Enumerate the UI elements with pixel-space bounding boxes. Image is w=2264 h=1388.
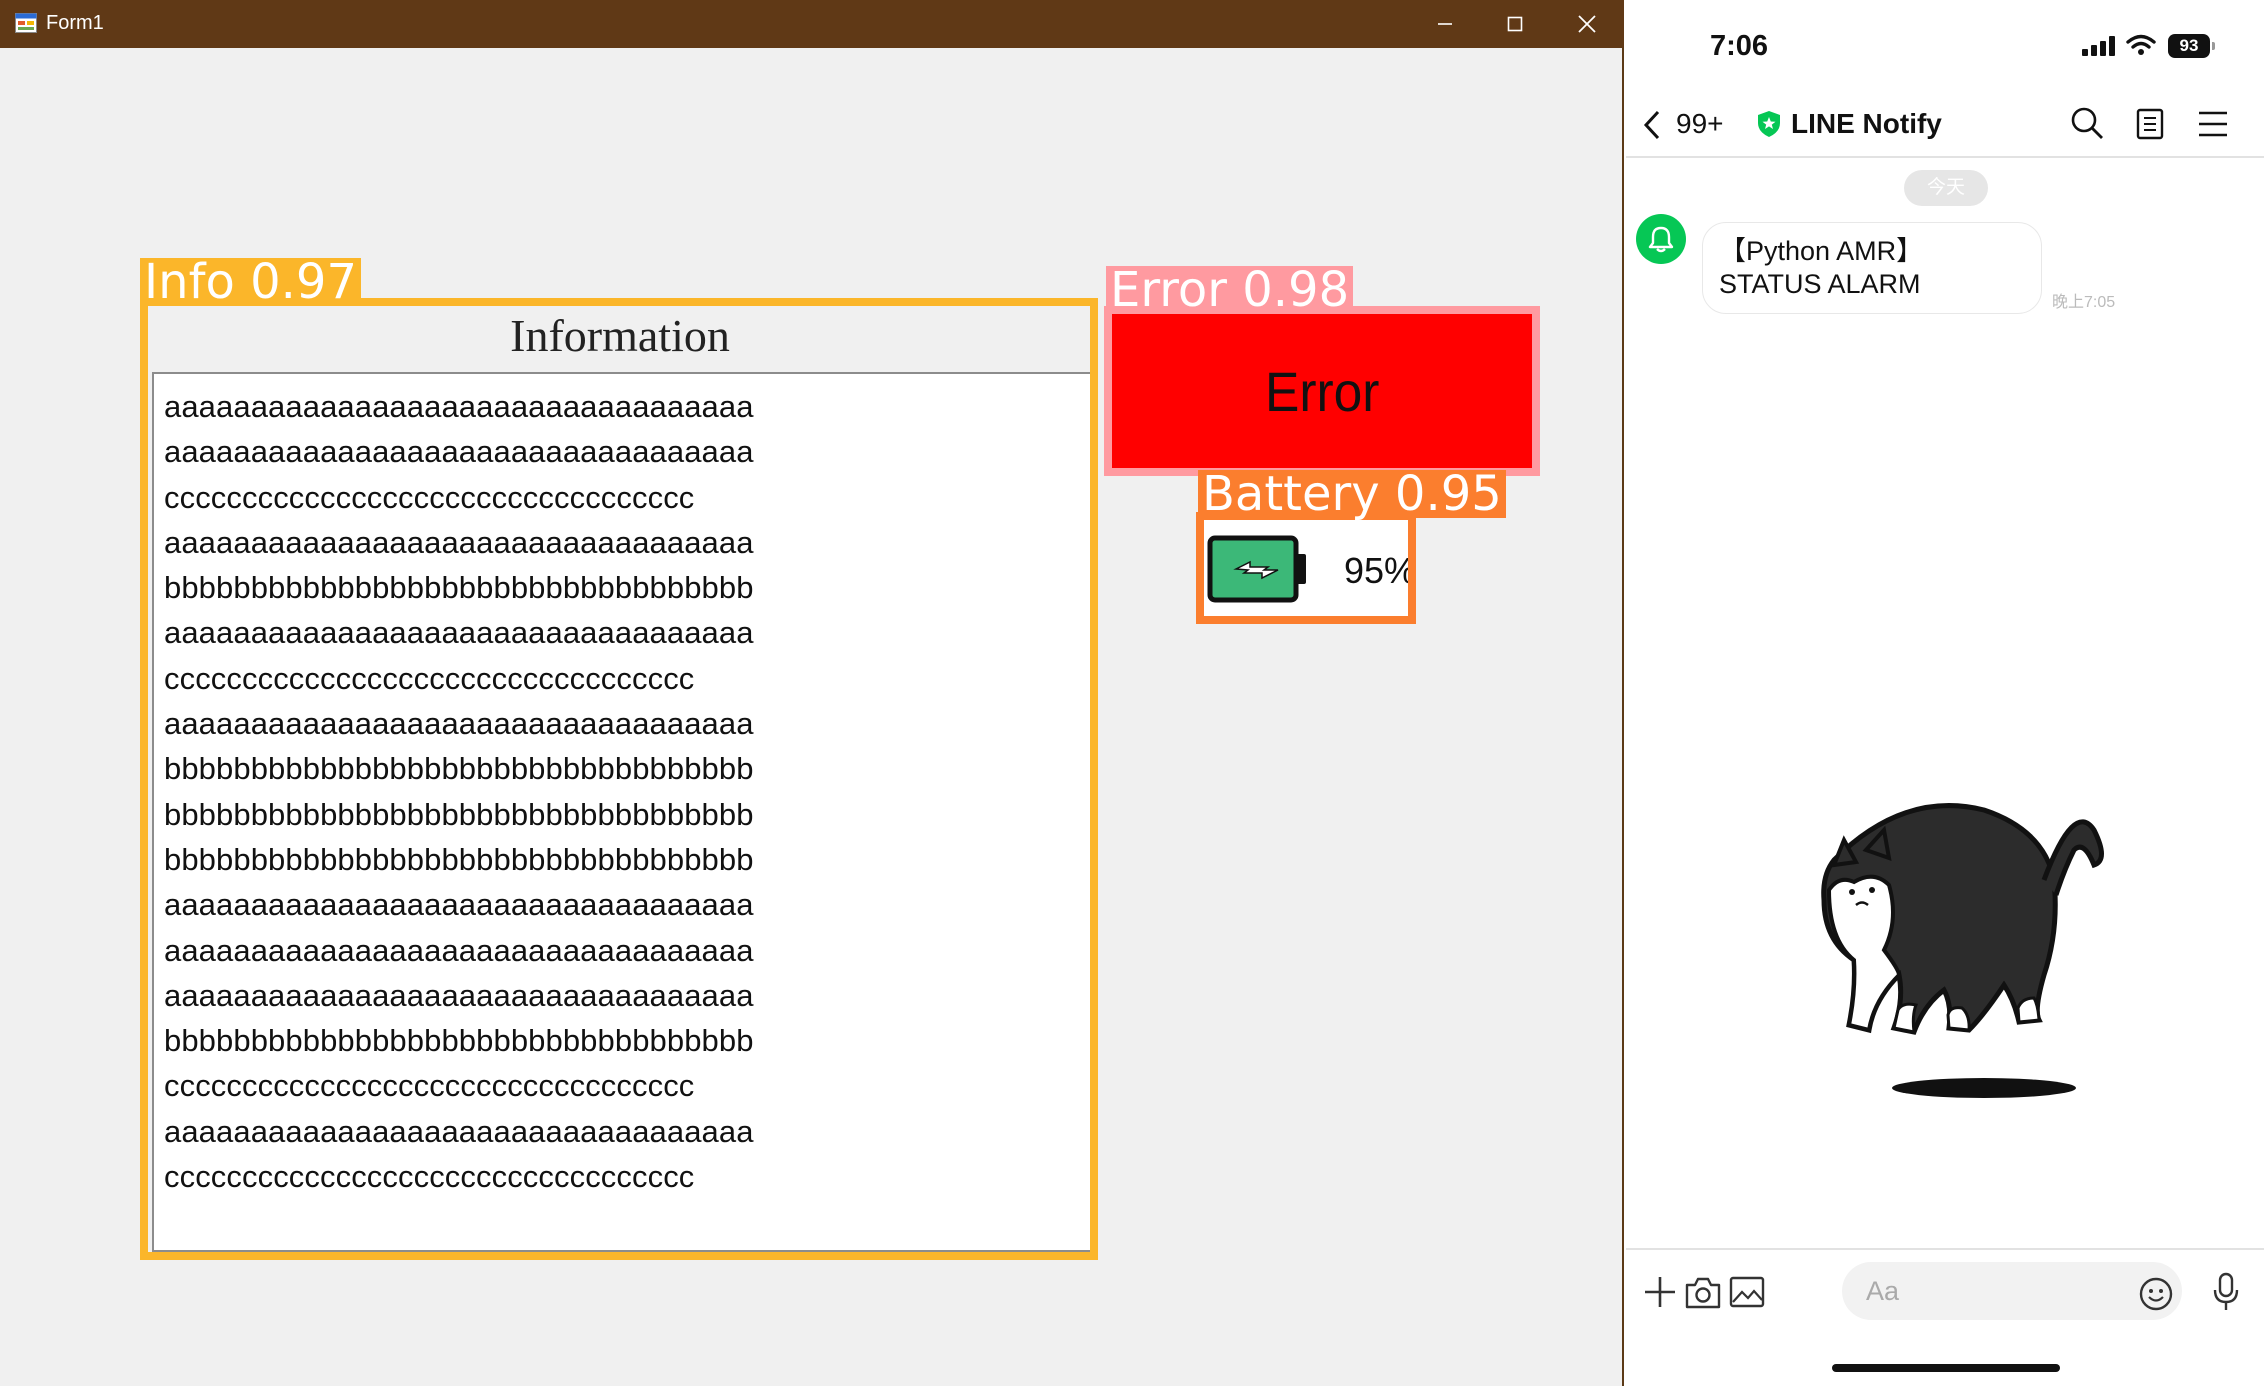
form-app-icon [15,13,37,33]
maximize-button[interactable] [1480,0,1550,48]
date-chip: 今天 [1904,170,1988,206]
message-time: 晚上7:05 [2052,294,2116,311]
error-detection-label: Error 0.98 [1106,266,1354,314]
close-button[interactable] [1552,0,1622,48]
menu-icon[interactable] [2198,110,2228,138]
status-battery-nub [2212,42,2215,50]
battery-detection-label: Battery 0.95 [1198,470,1506,518]
line-notify-avatar[interactable] [1636,214,1686,264]
add-icon[interactable] [1642,1274,1678,1310]
verified-shield-icon [1758,111,1780,137]
notes-icon[interactable] [2136,108,2164,140]
emoji-icon[interactable] [2138,1276,2174,1312]
message-text: 【Python AMR】STATUS ALARM [1719,236,1924,299]
line-chat-screen: 7:06 93 99+ LINE Notify 今天 【Python AMR】S… [1626,0,2264,1386]
minimize-icon [1438,23,1452,25]
close-icon [1578,15,1596,33]
wifi-icon [2126,34,2156,55]
home-indicator[interactable] [1832,1364,2060,1372]
status-battery: 93 [2168,34,2210,58]
info-detection-box [140,298,1098,1260]
error-detection-box [1104,306,1540,476]
back-chevron-icon[interactable] [1640,108,1664,142]
camera-icon[interactable] [1684,1274,1722,1310]
window-title: Form1 [46,12,104,34]
info-detection-label: Info 0.97 [140,258,361,306]
cat-sticker[interactable] [1794,770,2114,1110]
unread-count[interactable]: 99+ [1676,108,1724,140]
chat-header: 99+ LINE Notify [1626,96,2264,158]
cellular-signal-icon [2082,36,2115,56]
status-time: 7:06 [1710,30,1769,62]
search-icon[interactable] [2070,106,2104,140]
battery-detection-box [1196,512,1416,624]
form-window: Form1 Information aaaaaaaaaaaaaaaaaaaaaa… [0,0,1624,1386]
image-icon[interactable] [1728,1274,1766,1310]
chat-name: LINE Notify [1791,108,1942,139]
microphone-icon[interactable] [2210,1272,2242,1312]
minimize-button[interactable] [1410,0,1480,48]
message-bubble[interactable]: 【Python AMR】STATUS ALARM [1702,222,2042,314]
title-bar[interactable]: Form1 [0,0,1624,48]
bell-icon [1648,226,1674,253]
maximize-icon [1507,16,1523,32]
message-input[interactable] [1842,1262,2182,1320]
